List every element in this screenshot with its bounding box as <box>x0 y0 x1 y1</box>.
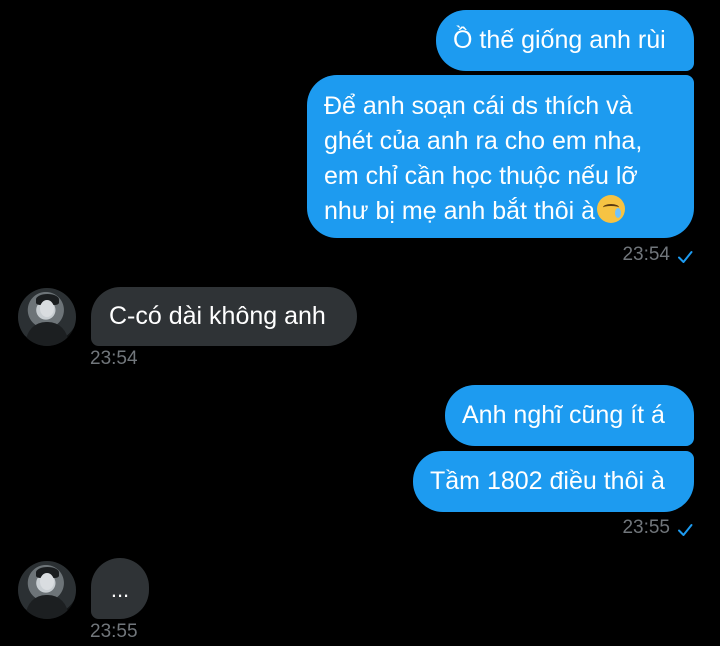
outgoing-message[interactable]: Ồ thế giống anh rùi <box>436 10 694 71</box>
message-text: Tầm 1802 điều thôi à <box>430 467 665 495</box>
crying-face-icon <box>597 195 626 223</box>
message-line: em chỉ cần học thuộc nếu lỡ <box>324 162 638 190</box>
message-text: C-có dài không anh <box>109 302 326 330</box>
message-line: ghét của anh ra cho em nha, <box>324 127 643 155</box>
outgoing-message[interactable]: Để anh soạn cái ds thích và ghét của anh… <box>307 75 694 238</box>
avatar[interactable] <box>18 288 76 346</box>
outgoing-message[interactable]: Tầm 1802 điều thôi à <box>413 451 694 512</box>
message-timestamp: 23:54 <box>90 348 138 369</box>
read-check-icon <box>678 524 693 536</box>
message-line: Để anh soạn cái ds thích và <box>324 92 633 120</box>
message-timestamp: 23:55 <box>90 621 138 642</box>
message-timestamp: 23:55 <box>622 517 670 538</box>
incoming-message[interactable]: ... <box>91 558 149 619</box>
message-text: ... <box>110 577 130 602</box>
incoming-message[interactable]: C-có dài không anh <box>91 287 357 346</box>
message-line: như bị mẹ anh bắt thôi à <box>324 197 596 225</box>
avatar[interactable] <box>18 561 76 619</box>
outgoing-message[interactable]: Anh nghĩ cũng ít á <box>445 385 694 446</box>
message-timestamp: 23:54 <box>622 244 670 265</box>
read-check-icon <box>678 251 693 263</box>
message-text: Ồ thế giống anh rùi <box>453 26 666 54</box>
message-text: Anh nghĩ cũng ít á <box>462 401 665 429</box>
